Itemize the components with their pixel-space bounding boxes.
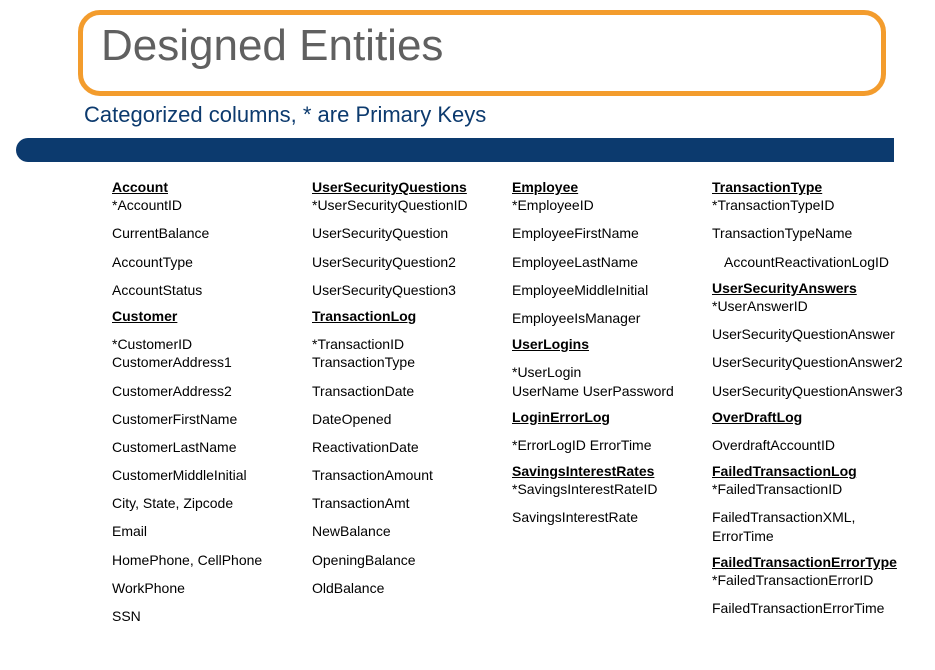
entity-field: *UserSecurityQuestionID <box>312 196 504 214</box>
entity-title: LoginErrorLog <box>512 408 704 426</box>
entity-title: TransactionType <box>712 178 904 196</box>
entity-field: SavingsInterestRate <box>512 508 704 526</box>
entity-field: UserName UserPassword <box>512 382 704 400</box>
entity-field: OldBalance <box>312 579 504 597</box>
entity-title: TransactionLog <box>312 307 504 325</box>
entity-field: OverdraftAccountID <box>712 436 904 454</box>
entity-field: HomePhone, CellPhone <box>112 551 304 569</box>
entity-field: TransactionTypeName <box>712 224 904 242</box>
entity-field: TransactionType <box>312 353 504 371</box>
entity-field: EmployeeFirstName <box>512 224 704 242</box>
entity-title: OverDraftLog <box>712 408 904 426</box>
entity-title: FailedTransactionLog <box>712 462 904 480</box>
entity-grid: Account*AccountID CurrentBalance AccountTy… <box>112 178 904 625</box>
entity-title: SavingsInterestRates <box>512 462 704 480</box>
divider-bar <box>16 138 894 162</box>
entity-field: UserSecurityQuestionAnswer3 <box>712 382 904 400</box>
entity-title: UserLogins <box>512 335 704 353</box>
entity-field: EmployeeLastName <box>512 253 704 271</box>
title-box: Designed Entities <box>78 10 886 96</box>
entity-title: FailedTransactionErrorType <box>712 553 904 571</box>
entity-field: UserSecurityQuestionAnswer <box>712 325 904 343</box>
entity-field: TransactionAmt <box>312 494 504 512</box>
entity-title: UserSecurityAnswers <box>712 279 904 297</box>
entity-field: *UserAnswerID <box>712 297 904 315</box>
entity-field: *EmployeeID <box>512 196 704 214</box>
entity-field: FailedTransactionXML, ErrorTime <box>712 508 904 544</box>
entity-field: CustomerMiddleInitial <box>112 466 304 484</box>
entity-field: UserSecurityQuestion <box>312 224 504 242</box>
entity-field: FailedTransactionErrorTime <box>712 599 904 617</box>
entity-title: Customer <box>112 307 304 325</box>
entity-field: CustomerAddress2 <box>112 382 304 400</box>
entity-field: UserSecurityQuestion3 <box>312 281 504 299</box>
entity-field: UserSecurityQuestion2 <box>312 253 504 271</box>
entity-column: TransactionType*TransactionTypeID Transac… <box>712 178 904 625</box>
entity-column: Employee*EmployeeID EmployeeFirstName Empl… <box>512 178 704 625</box>
entity-column: UserSecurityQuestions*UserSecurityQuesti… <box>312 178 504 625</box>
entity-field: AccountStatus <box>112 281 304 299</box>
entity-field: SSN <box>112 607 304 625</box>
entity-field: CustomerAddress1 <box>112 353 304 371</box>
entity-field: Email <box>112 522 304 540</box>
entity-field: *FailedTransactionErrorID <box>712 571 904 589</box>
entity-column: Account*AccountID CurrentBalance AccountTy… <box>112 178 304 625</box>
entity-title: UserSecurityQuestions <box>312 178 504 196</box>
entity-field: *UserLogin <box>512 363 704 381</box>
entity-field: CustomerLastName <box>112 438 304 456</box>
entity-field: AccountType <box>112 253 304 271</box>
entity-field: TransactionDate <box>312 382 504 400</box>
entity-field: *ErrorLogID ErrorTime <box>512 436 704 454</box>
subtitle: Categorized columns, * are Primary Keys <box>84 102 486 128</box>
entity-title: Employee <box>512 178 704 196</box>
entity-field: EmployeeMiddleInitial <box>512 281 704 299</box>
entity-field: CurrentBalance <box>112 224 304 242</box>
entity-field: *TransactionTypeID <box>712 196 904 214</box>
entity-field: *SavingsInterestRateID <box>512 480 704 498</box>
entity-field: ReactivationDate <box>312 438 504 456</box>
entity-field: *FailedTransactionID <box>712 480 904 498</box>
entity-field: CustomerFirstName <box>112 410 304 428</box>
entity-field: *TransactionID <box>312 335 504 353</box>
entity-field: *CustomerID <box>112 335 304 353</box>
entity-field: DateOpened <box>312 410 504 428</box>
entity-field: WorkPhone <box>112 579 304 597</box>
page-title: Designed Entities <box>101 21 863 71</box>
entity-field: TransactionAmount <box>312 466 504 484</box>
entity-field: NewBalance <box>312 522 504 540</box>
entity-field: AccountReactivationLogID <box>724 253 904 271</box>
entity-field: EmployeeIsManager <box>512 309 704 327</box>
entity-title: Account <box>112 178 304 196</box>
entity-field: City, State, Zipcode <box>112 494 304 512</box>
entity-field: *AccountID <box>112 196 304 214</box>
entity-field: UserSecurityQuestionAnswer2 <box>712 353 904 371</box>
entity-field: OpeningBalance <box>312 551 504 569</box>
